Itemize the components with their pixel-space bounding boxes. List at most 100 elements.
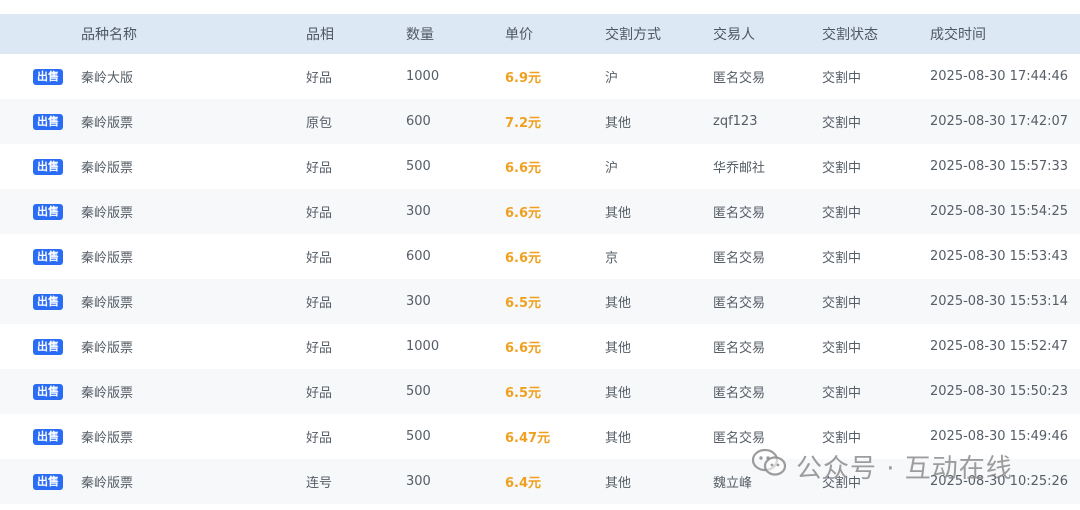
cell-name: 秦岭版票 [81, 206, 134, 221]
table-row[interactable]: 出售 秦岭版票 好品 300 6.5元 其他 匿名交易 交割中 2025-08-… [0, 279, 1080, 324]
table-row[interactable]: 出售 秦岭版票 好品 500 6.5元 其他 匿名交易 交割中 2025-08-… [0, 369, 1080, 414]
sell-badge: 出售 [33, 428, 63, 445]
cell-trader: 匿名交易 [713, 386, 766, 401]
cell-method: 其他 [605, 116, 632, 131]
cell-status: 交割中 [822, 251, 862, 266]
cell-qty: 1000 [406, 69, 440, 84]
cell-status: 交割中 [822, 476, 862, 491]
cell-price: 6.4元 [505, 476, 542, 491]
sell-badge: 出售 [33, 68, 63, 85]
cell-trader: 匿名交易 [713, 251, 766, 266]
cell-price: 6.6元 [505, 206, 542, 221]
cell-name: 秦岭版票 [81, 296, 134, 311]
cell-price: 6.47元 [505, 431, 551, 446]
cell-method: 其他 [605, 206, 632, 221]
cell-name: 秦岭版票 [81, 341, 134, 356]
cell-qty: 500 [406, 384, 431, 399]
cell-qty: 300 [406, 474, 431, 489]
cell-time: 2025-08-30 17:42:07 [930, 114, 1069, 129]
cell-trader: 匿名交易 [713, 341, 766, 356]
cell-status: 交割中 [822, 341, 862, 356]
table-row[interactable]: 出售 秦岭版票 好品 500 6.6元 沪 华乔邮社 交割中 2025-08-3… [0, 144, 1080, 189]
cell-trader: 华乔邮社 [713, 161, 766, 176]
sell-badge: 出售 [33, 113, 63, 130]
sell-badge: 出售 [33, 248, 63, 265]
header-name[interactable]: 品种名称 [81, 14, 137, 54]
cell-method: 沪 [605, 161, 619, 176]
cell-trader: 魏立峰 [713, 476, 753, 491]
table-header: 品种名称 品相 数量 单价 交割方式 交易人 交割状态 成交时间 [0, 14, 1080, 54]
cell-price: 6.6元 [505, 341, 542, 356]
cell-method: 其他 [605, 341, 632, 356]
cell-status: 交割中 [822, 206, 862, 221]
cell-time: 2025-08-30 10:25:26 [930, 474, 1069, 489]
table-row[interactable]: 出售 秦岭版票 原包 600 7.2元 其他 zqf123 交割中 2025-0… [0, 99, 1080, 144]
header-qty[interactable]: 数量 [406, 14, 434, 54]
cell-time: 2025-08-30 15:54:25 [930, 204, 1069, 219]
cell-status: 交割中 [822, 386, 862, 401]
cell-status: 交割中 [822, 296, 862, 311]
cell-time: 2025-08-30 15:52:47 [930, 339, 1069, 354]
cell-price: 6.5元 [505, 296, 542, 311]
header-quality[interactable]: 品相 [306, 14, 334, 54]
cell-time: 2025-08-30 15:50:23 [930, 384, 1069, 399]
cell-quality: 好品 [306, 251, 333, 266]
cell-trader: 匿名交易 [713, 296, 766, 311]
table-row[interactable]: 出售 秦岭版票 好品 500 6.47元 其他 匿名交易 交割中 2025-08… [0, 414, 1080, 459]
table-row[interactable]: 出售 秦岭版票 好品 300 6.6元 其他 匿名交易 交割中 2025-08-… [0, 189, 1080, 234]
header-trader[interactable]: 交易人 [713, 14, 755, 54]
cell-price: 6.6元 [505, 251, 542, 266]
table-row[interactable]: 出售 秦岭版票 连号 300 6.4元 其他 魏立峰 交割中 2025-08-3… [0, 459, 1080, 504]
cell-method: 京 [605, 251, 619, 266]
table-row[interactable]: 出售 秦岭版票 好品 600 6.6元 京 匿名交易 交割中 2025-08-3… [0, 234, 1080, 279]
cell-qty: 300 [406, 294, 431, 309]
cell-name: 秦岭版票 [81, 161, 134, 176]
header-time[interactable]: 成交时间 [930, 14, 986, 54]
cell-trader: 匿名交易 [713, 206, 766, 221]
header-price[interactable]: 单价 [505, 14, 533, 54]
cell-quality: 连号 [306, 476, 333, 491]
cell-trader: zqf123 [713, 114, 758, 129]
cell-quality: 原包 [306, 116, 333, 131]
cell-price: 6.9元 [505, 71, 542, 86]
header-status[interactable]: 交割状态 [822, 14, 878, 54]
cell-quality: 好品 [306, 161, 333, 176]
cell-method: 其他 [605, 476, 632, 491]
sell-badge: 出售 [33, 473, 63, 490]
cell-qty: 1000 [406, 339, 440, 354]
sell-badge: 出售 [33, 338, 63, 355]
cell-qty: 600 [406, 114, 431, 129]
cell-name: 秦岭版票 [81, 251, 134, 266]
table-row[interactable]: 出售 秦岭版票 好品 1000 6.6元 其他 匿名交易 交割中 2025-08… [0, 324, 1080, 369]
cell-name: 秦岭版票 [81, 116, 134, 131]
cell-method: 其他 [605, 296, 632, 311]
cell-quality: 好品 [306, 206, 333, 221]
cell-trader: 匿名交易 [713, 431, 766, 446]
cell-quality: 好品 [306, 386, 333, 401]
sell-badge: 出售 [33, 293, 63, 310]
table-row[interactable]: 出售 秦岭大版 好品 1000 6.9元 沪 匿名交易 交割中 2025-08-… [0, 54, 1080, 99]
cell-name: 秦岭大版 [81, 71, 134, 86]
cell-qty: 500 [406, 159, 431, 174]
header-method[interactable]: 交割方式 [605, 14, 661, 54]
cell-status: 交割中 [822, 431, 862, 446]
cell-method: 其他 [605, 386, 632, 401]
cell-method: 其他 [605, 431, 632, 446]
cell-qty: 600 [406, 249, 431, 264]
cell-time: 2025-08-30 15:53:14 [930, 294, 1069, 309]
cell-price: 6.6元 [505, 161, 542, 176]
cell-name: 秦岭版票 [81, 431, 134, 446]
cell-method: 沪 [605, 71, 619, 86]
cell-qty: 300 [406, 204, 431, 219]
cell-status: 交割中 [822, 116, 862, 131]
sell-badge: 出售 [33, 158, 63, 175]
cell-price: 7.2元 [505, 116, 542, 131]
cell-time: 2025-08-30 15:49:46 [930, 429, 1069, 444]
cell-quality: 好品 [306, 341, 333, 356]
cell-status: 交割中 [822, 71, 862, 86]
cell-time: 2025-08-30 15:57:33 [930, 159, 1069, 174]
cell-time: 2025-08-30 15:53:43 [930, 249, 1069, 264]
cell-quality: 好品 [306, 296, 333, 311]
cell-name: 秦岭版票 [81, 476, 134, 491]
trade-table: 品种名称 品相 数量 单价 交割方式 交易人 交割状态 成交时间 出售 秦岭大版… [0, 14, 1080, 504]
